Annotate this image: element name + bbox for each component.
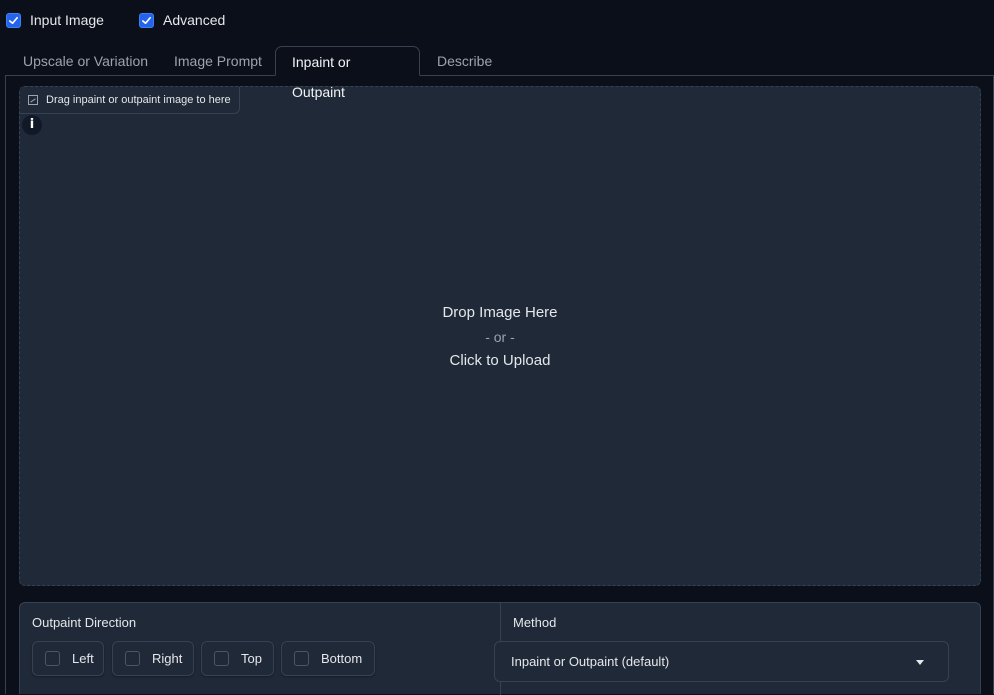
upload-label: Drag inpaint or outpaint image to here — [20, 87, 240, 114]
image-icon — [28, 95, 38, 105]
tab-image-prompt[interactable]: Image Prompt — [158, 46, 278, 76]
chevron-down-icon — [916, 660, 924, 665]
input-image-checkbox-group[interactable]: Input Image — [6, 10, 104, 30]
checkbox-box[interactable] — [125, 651, 140, 666]
tab-upscale-or-variation[interactable]: Upscale or Variation — [7, 46, 164, 76]
info-icon[interactable]: i — [22, 115, 42, 135]
drop-image-text: Drop Image Here — [442, 304, 558, 321]
outpaint-bottom-label: Bottom — [321, 651, 363, 666]
advanced-checkbox-group[interactable]: Advanced — [139, 10, 225, 30]
inpaint-options: Outpaint Direction Left Right Top Bottom… — [19, 602, 981, 695]
outpaint-left-label: Left — [72, 651, 94, 666]
method-dropdown[interactable]: Inpaint or Outpaint (default) — [494, 641, 949, 682]
advanced-label: Advanced — [163, 12, 226, 28]
outpaint-top-checkbox[interactable]: Top — [201, 641, 274, 676]
upload-label-text: Drag inpaint or outpaint image to here — [46, 94, 231, 106]
input-image-label: Input Image — [30, 12, 104, 28]
options-row: Input Image Advanced — [0, 0, 994, 40]
outpaint-top-label: Top — [241, 651, 262, 666]
checkbox-box[interactable] — [214, 651, 229, 666]
tab-describe[interactable]: Describe — [421, 46, 508, 76]
check-icon — [142, 16, 151, 24]
method-selected-value: Inpaint or Outpaint (default) — [511, 654, 670, 669]
outpaint-left-checkbox[interactable]: Left — [32, 641, 104, 676]
outpaint-right-label: Right — [152, 651, 183, 666]
outpaint-direction-label: Outpaint Direction — [32, 615, 137, 630]
image-upload-dropzone[interactable]: Drag inpaint or outpaint image to here i… — [19, 86, 981, 586]
method-label: Method — [513, 615, 557, 630]
advanced-checkbox[interactable] — [139, 12, 154, 28]
outpaint-right-checkbox[interactable]: Right — [112, 641, 194, 676]
or-text: - or - — [485, 329, 515, 345]
input-image-checkbox[interactable] — [6, 12, 21, 28]
checkbox-box[interactable] — [294, 651, 309, 666]
tab-inpaint-or-outpaint[interactable]: Inpaint or Outpaint — [275, 46, 420, 100]
check-icon — [9, 16, 18, 24]
outpaint-bottom-checkbox[interactable]: Bottom — [281, 641, 375, 676]
drop-instructions: Drop Image Here - or - Click to Upload — [20, 303, 980, 371]
click-to-upload-text[interactable]: Click to Upload — [20, 351, 980, 371]
tab-bar: Upscale or Variation Image Prompt Inpain… — [0, 44, 994, 100]
checkbox-box[interactable] — [45, 651, 60, 666]
